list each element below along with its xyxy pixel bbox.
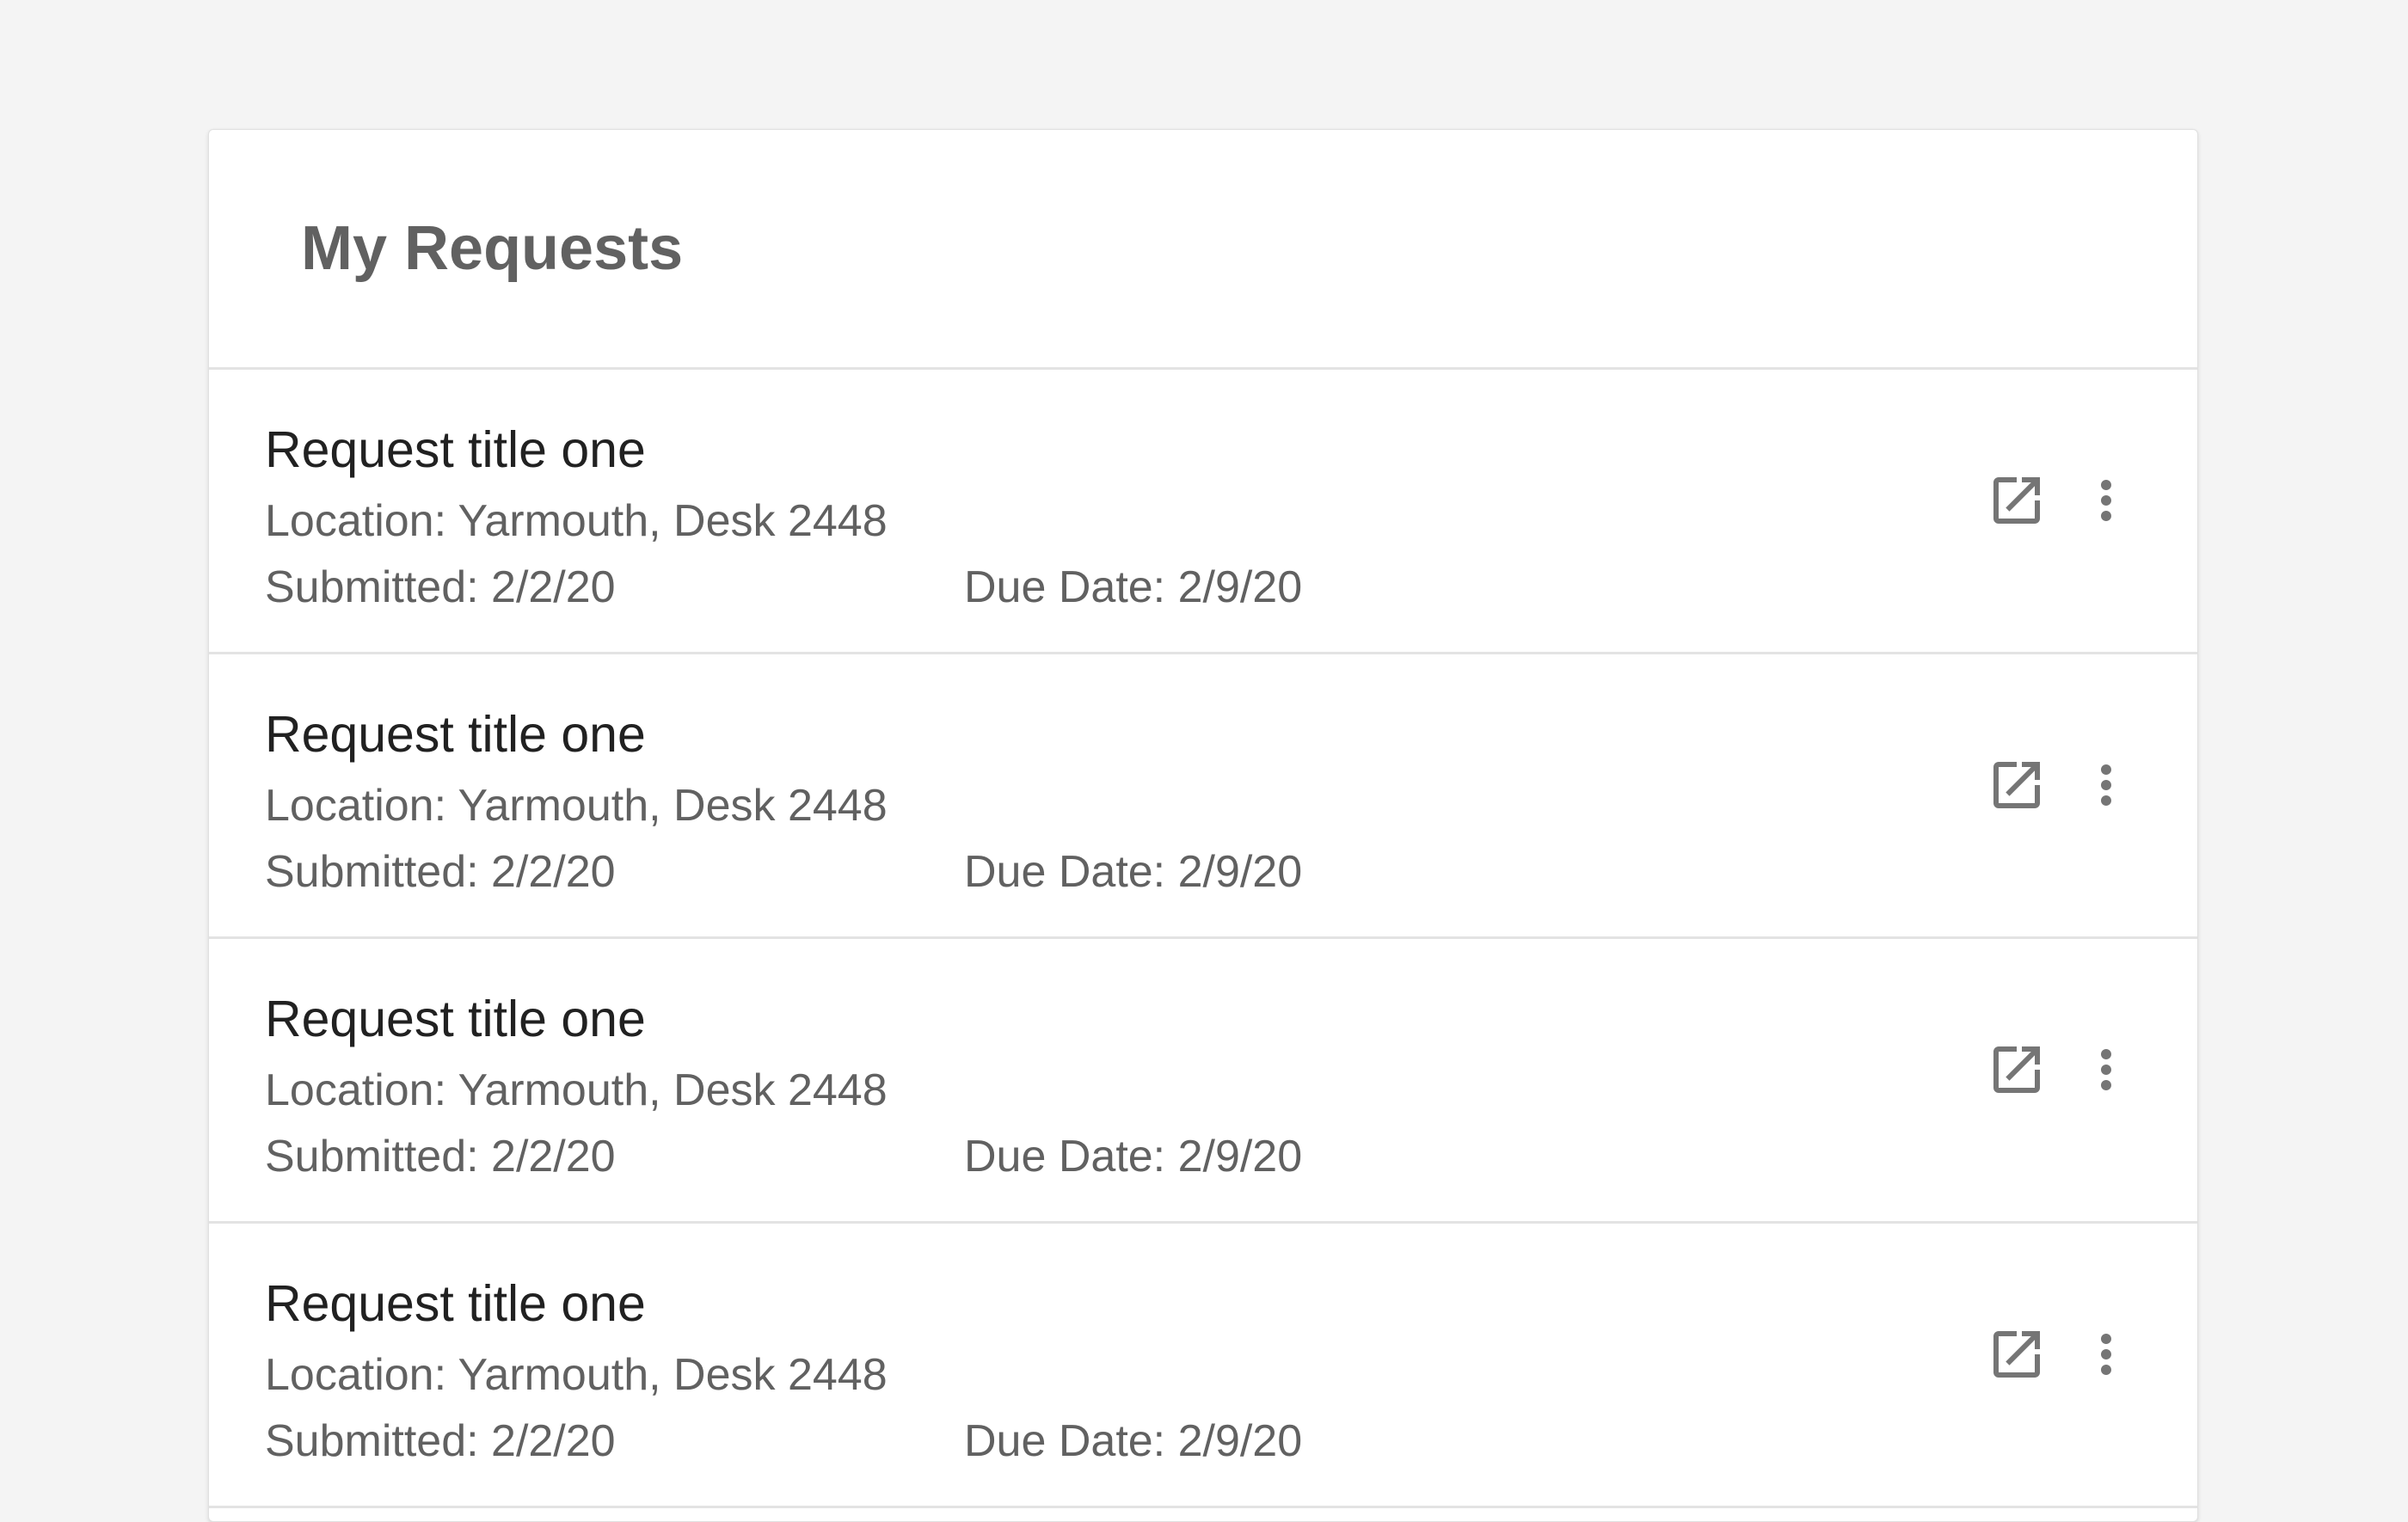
open-in-new-icon (1993, 477, 2040, 524)
request-title: Request title one (265, 706, 646, 763)
request-submitted-date: Submitted: 2/2/20 (265, 1416, 616, 1466)
request-title: Request title one (265, 421, 646, 478)
my-requests-card: My Requests Request title one Location: … (208, 129, 2198, 1522)
list-item: Request title one Location: Yarmouth, De… (209, 654, 2197, 939)
more-vert-icon (2101, 1049, 2111, 1090)
request-due-date: Due Date: 2/9/20 (964, 847, 1303, 897)
request-submitted-date: Submitted: 2/2/20 (265, 562, 616, 612)
request-due-date: Due Date: 2/9/20 (964, 1416, 1303, 1466)
request-submitted-date: Submitted: 2/2/20 (265, 1132, 616, 1181)
more-options-button[interactable] (2065, 459, 2147, 542)
more-options-button[interactable] (2065, 744, 2147, 826)
page-title: My Requests (301, 214, 684, 283)
request-due-date: Due Date: 2/9/20 (964, 562, 1303, 612)
request-title: Request title one (265, 991, 646, 1047)
request-location: Location: Yarmouth, Desk 2448 (265, 496, 888, 546)
request-location: Location: Yarmouth, Desk 2448 (265, 781, 888, 831)
open-request-button[interactable] (1975, 744, 2058, 826)
request-submitted-date: Submitted: 2/2/20 (265, 847, 616, 897)
card-header: My Requests (209, 130, 2197, 370)
more-vert-icon (2101, 480, 2111, 521)
more-vert-icon (2101, 1334, 2111, 1375)
more-options-button[interactable] (2065, 1028, 2147, 1111)
open-request-button[interactable] (1975, 1313, 2058, 1396)
list-item: Request title one Location: Yarmouth, De… (209, 370, 2197, 654)
more-vert-icon (2101, 764, 2111, 806)
open-in-new-icon (1993, 762, 2040, 808)
list-item: Request title one Location: Yarmouth, De… (209, 1224, 2197, 1508)
request-location: Location: Yarmouth, Desk 2448 (265, 1065, 888, 1115)
request-list: Request title one Location: Yarmouth, De… (209, 370, 2197, 1508)
request-title: Request title one (265, 1275, 646, 1332)
more-options-button[interactable] (2065, 1313, 2147, 1396)
open-in-new-icon (1993, 1331, 2040, 1378)
list-item: Request title one Location: Yarmouth, De… (209, 939, 2197, 1224)
request-due-date: Due Date: 2/9/20 (964, 1132, 1303, 1181)
open-request-button[interactable] (1975, 459, 2058, 542)
open-request-button[interactable] (1975, 1028, 2058, 1111)
request-location: Location: Yarmouth, Desk 2448 (265, 1350, 888, 1400)
open-in-new-icon (1993, 1046, 2040, 1093)
